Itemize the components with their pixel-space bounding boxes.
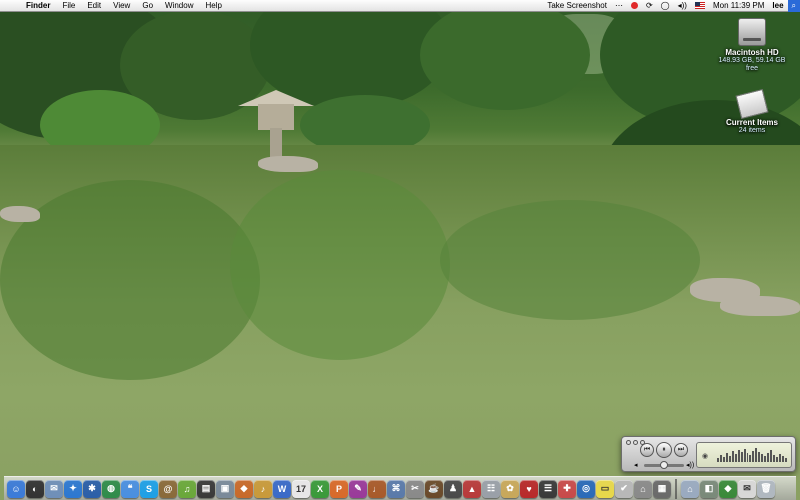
menu-help[interactable]: Help bbox=[199, 0, 227, 12]
app-icon-22[interactable]: ✂ bbox=[406, 479, 424, 498]
desktop-hard-drive[interactable]: Macintosh HD 148.93 GB, 59.14 GB free bbox=[712, 18, 792, 73]
imovie-icon[interactable]: ▤ bbox=[197, 479, 215, 498]
spotlight-icon[interactable]: ⌕ bbox=[787, 0, 800, 12]
network-globe-icon[interactable]: ◍ bbox=[102, 479, 120, 498]
lcd-display[interactable]: ◉ bbox=[696, 442, 792, 468]
volume-low-icon: ◂ bbox=[634, 462, 638, 469]
word-icon[interactable]: W bbox=[273, 479, 291, 498]
app-icon-35[interactable]: ▦ bbox=[653, 479, 671, 498]
menu-edit[interactable]: Edit bbox=[81, 0, 107, 12]
next-track-button[interactable]: ⏭ bbox=[674, 443, 688, 457]
close-button[interactable] bbox=[626, 440, 631, 445]
address-book-icon[interactable]: @ bbox=[159, 479, 177, 498]
language-flag-icon[interactable] bbox=[691, 0, 709, 12]
menu-view[interactable]: View bbox=[107, 0, 136, 12]
app-icon-5[interactable]: ✱ bbox=[83, 479, 101, 498]
desktop-folder-current-items[interactable]: Current Items 24 items bbox=[712, 88, 792, 135]
app-icon-30[interactable]: ✚ bbox=[558, 479, 576, 498]
coffee-icon[interactable]: ☕ bbox=[425, 479, 443, 498]
minimize-button[interactable] bbox=[633, 440, 638, 445]
folder-info: 24 items bbox=[738, 127, 766, 134]
menu-bar: Finder File Edit View Go Window Help Tak… bbox=[0, 0, 800, 12]
hard-drive-name: Macintosh HD bbox=[725, 48, 779, 57]
app-icon-34[interactable]: ⌂ bbox=[634, 479, 652, 498]
app-icon-21[interactable]: ⌘ bbox=[387, 479, 405, 498]
dock-separator bbox=[675, 478, 677, 499]
user-menu[interactable]: lee bbox=[768, 0, 787, 12]
dashboard-icon[interactable]: ◐ bbox=[26, 479, 44, 498]
pause-button[interactable]: ⏸ bbox=[656, 442, 672, 458]
level-meter bbox=[717, 448, 787, 462]
ichat-icon[interactable]: ❝ bbox=[121, 479, 139, 498]
safari-icon[interactable]: ✦ bbox=[64, 479, 82, 498]
menu-window[interactable]: Window bbox=[159, 0, 199, 12]
folder-name: Current Items bbox=[725, 118, 778, 127]
home-folder-icon[interactable]: ⌂ bbox=[681, 479, 699, 498]
finder-icon[interactable]: ☺ bbox=[7, 479, 25, 498]
iphoto-icon[interactable]: ▣ bbox=[216, 479, 234, 498]
app-icon-29[interactable]: ☰ bbox=[539, 479, 557, 498]
trash-icon[interactable]: 🗑 bbox=[757, 479, 775, 498]
app-icon-27[interactable]: ✿ bbox=[501, 479, 519, 498]
app-icon-38[interactable]: ◆ bbox=[719, 479, 737, 498]
skype-icon[interactable]: S bbox=[140, 479, 158, 498]
volume-slider-knob[interactable] bbox=[660, 461, 668, 469]
stack-icon[interactable]: ◧ bbox=[700, 479, 718, 498]
volume-icon[interactable]: ◂)) bbox=[674, 0, 691, 12]
lcd-toggle-icon[interactable]: ◉ bbox=[702, 452, 708, 460]
take-screenshot-menu[interactable]: Take Screenshot bbox=[543, 0, 611, 12]
hard-drive-icon bbox=[738, 18, 766, 46]
app-icon-28[interactable]: ♥ bbox=[520, 479, 538, 498]
volume-high-icon: ◂)) bbox=[686, 462, 695, 469]
mail-stack-icon[interactable]: ✉ bbox=[738, 479, 756, 498]
app-icon-24[interactable]: ♟ bbox=[444, 479, 462, 498]
app-icon-26[interactable]: ☷ bbox=[482, 479, 500, 498]
menu-go[interactable]: Go bbox=[136, 0, 159, 12]
mail-icon[interactable]: ✉ bbox=[45, 479, 63, 498]
powerpoint-icon[interactable]: P bbox=[330, 479, 348, 498]
excel-icon[interactable]: X bbox=[311, 479, 329, 498]
guitar-icon[interactable]: ♩ bbox=[368, 479, 386, 498]
ical-icon[interactable]: 17 bbox=[292, 479, 310, 498]
dock: ☺ ◐ ✉ ✦ ✱ ◍ ❝ S @ ♫ ▤ ▣ ◆ ♪ W 17 X P ✎ ♩ ⌘ ✂ ☕ ♟ ▲ ☷ ✿ ♥ ☰ ✚ ◎ ▭ ✔ ⌂ ▦ ⌂ ◧ ◆ ✉… bbox=[4, 476, 796, 500]
itunes-icon[interactable]: ♫ bbox=[178, 479, 196, 498]
app-icon-33[interactable]: ✔ bbox=[615, 479, 633, 498]
app-icon-13[interactable]: ◆ bbox=[235, 479, 253, 498]
app-icon-25[interactable]: ▲ bbox=[463, 479, 481, 498]
folder-icon bbox=[735, 88, 769, 120]
menu-finder[interactable]: Finder bbox=[20, 0, 56, 12]
bubble-icon[interactable]: ◯ bbox=[657, 0, 674, 12]
sync-icon[interactable]: ⟳ bbox=[642, 0, 657, 12]
stickies-icon[interactable]: ▭ bbox=[596, 479, 614, 498]
status-dots-icon[interactable]: ⋯ bbox=[611, 0, 627, 12]
clock[interactable]: Mon 11:39 PM bbox=[709, 0, 768, 12]
app-icon-19[interactable]: ✎ bbox=[349, 479, 367, 498]
garageband-icon[interactable]: ♪ bbox=[254, 479, 272, 498]
itunes-mini-player[interactable]: ⏮ ⏸ ⏭ ◂ ◂)) ◉ bbox=[621, 436, 796, 472]
hard-drive-info: 148.93 GB, 59.14 GB free bbox=[718, 57, 786, 72]
previous-track-button[interactable]: ⏮ bbox=[640, 443, 654, 457]
menu-file[interactable]: File bbox=[56, 0, 81, 12]
app-icon-31[interactable]: ◎ bbox=[577, 479, 595, 498]
desktop-wallpaper bbox=[0, 0, 800, 500]
record-status-icon[interactable] bbox=[627, 0, 642, 12]
